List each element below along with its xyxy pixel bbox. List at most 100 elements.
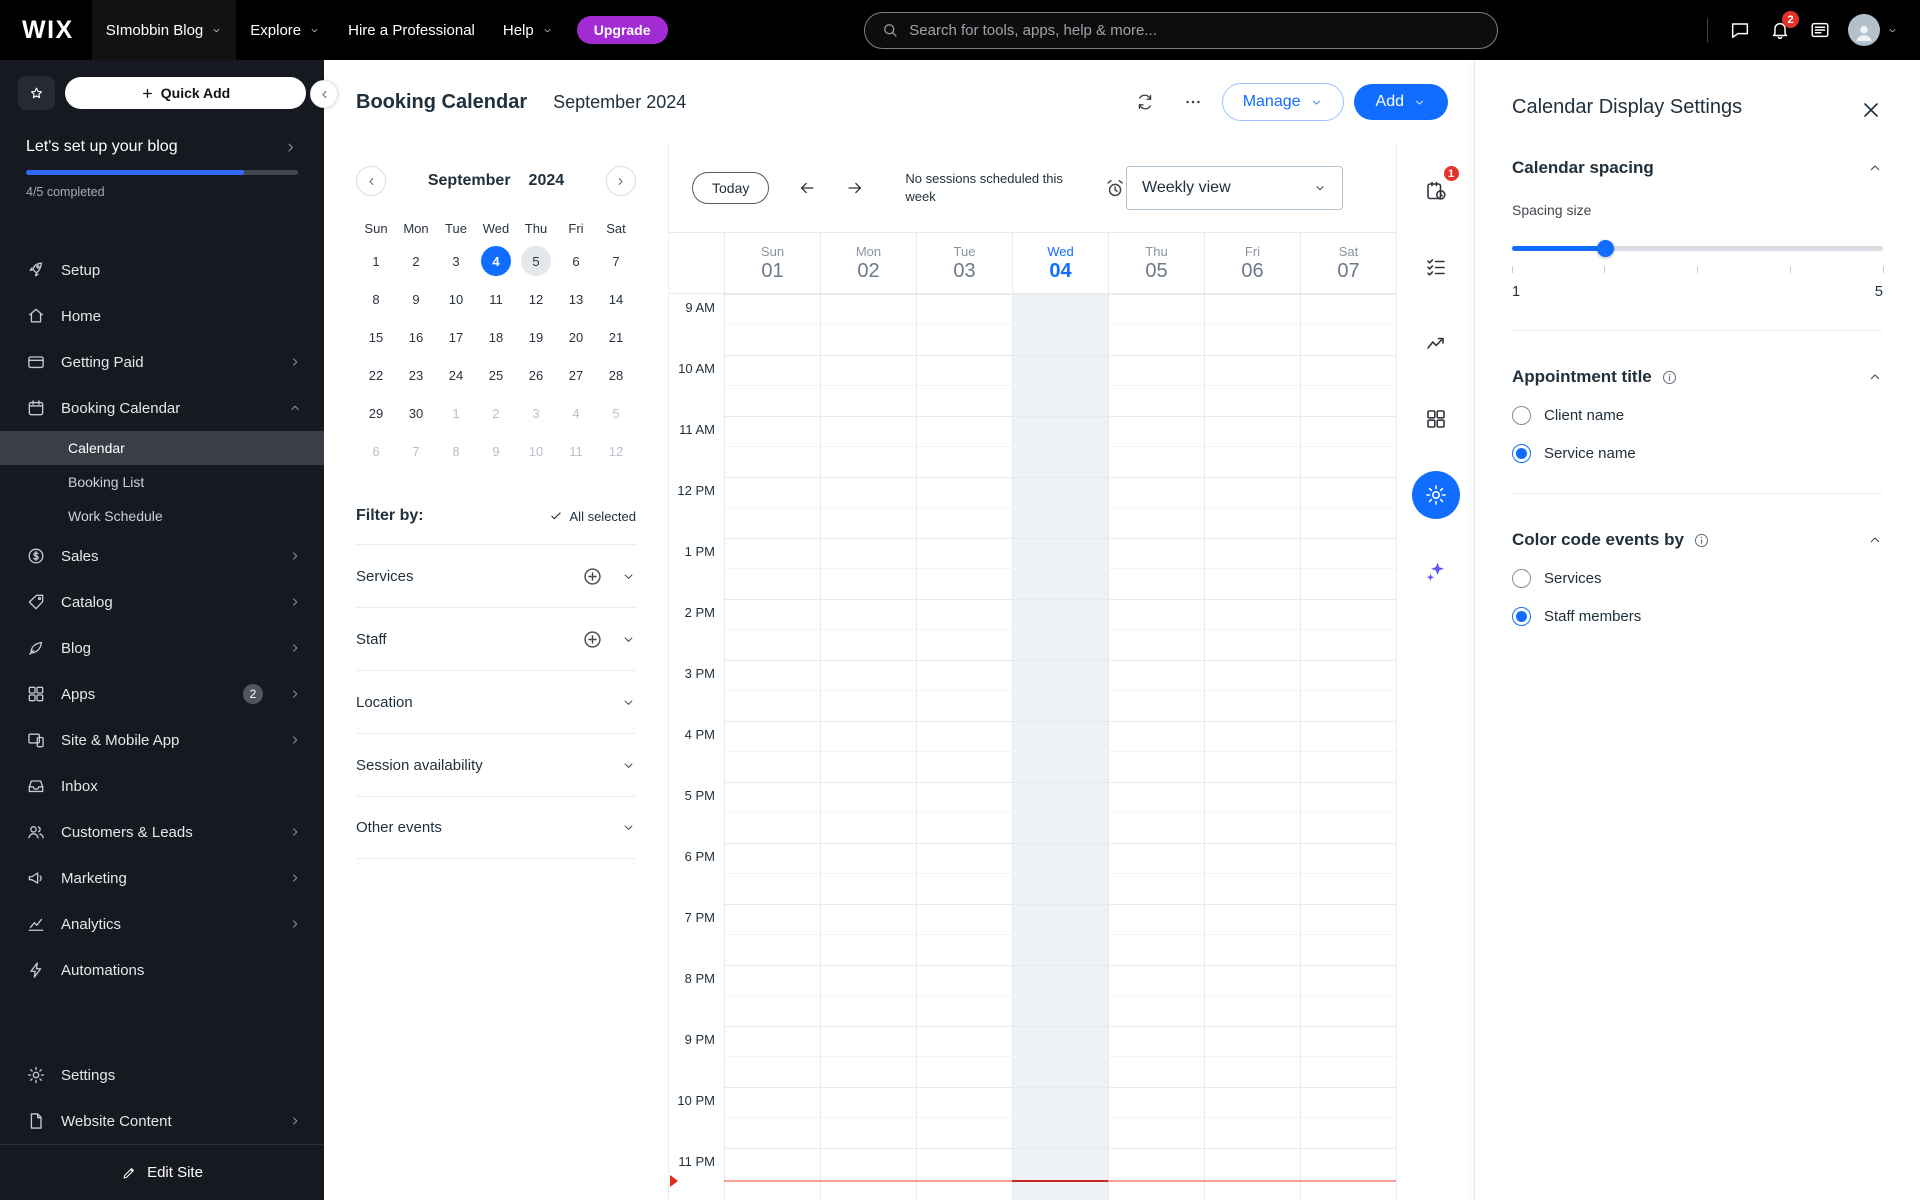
add-icon[interactable] xyxy=(582,629,603,650)
day-header-thu[interactable]: Thu 05 xyxy=(1108,233,1204,293)
rail-ai-sparkle-button[interactable] xyxy=(1412,547,1460,595)
day-column-sat[interactable] xyxy=(1300,294,1396,1200)
mini-calendar-day[interactable]: 6 xyxy=(556,242,596,280)
view-select[interactable]: Weekly view xyxy=(1126,166,1343,210)
day-header-tue[interactable]: Tue 03 xyxy=(916,233,1012,293)
previous-week-button[interactable] xyxy=(797,178,817,198)
mini-calendar-day[interactable]: 8 xyxy=(436,432,476,470)
add-icon[interactable] xyxy=(582,566,603,587)
mini-calendar-day[interactable]: 22 xyxy=(356,356,396,394)
radio-client-name[interactable]: Client name xyxy=(1512,406,1883,425)
mini-calendar-day[interactable]: 28 xyxy=(596,356,636,394)
day-column-fri[interactable] xyxy=(1204,294,1300,1200)
search-input[interactable] xyxy=(909,21,1482,39)
upgrade-button[interactable]: Upgrade xyxy=(576,16,668,44)
sidebar-subitem-booking-list[interactable]: Booking List xyxy=(0,465,324,499)
account-menu[interactable] xyxy=(1848,14,1898,46)
explore-menu[interactable]: Explore xyxy=(236,0,334,60)
sidebar-subitem-calendar[interactable]: Calendar xyxy=(0,431,324,465)
sidebar-item-sales[interactable]: Sales xyxy=(0,533,324,579)
day-header-wed[interactable]: Wed 04 xyxy=(1012,233,1108,293)
mini-calendar-day[interactable]: 29 xyxy=(356,394,396,432)
mini-calendar-day[interactable]: 3 xyxy=(436,242,476,280)
mini-calendar-day[interactable]: 25 xyxy=(476,356,516,394)
filter-section-staff[interactable]: Staff xyxy=(356,607,636,670)
wix-logo[interactable]: WIX xyxy=(22,16,74,45)
mini-calendar-day[interactable]: 10 xyxy=(436,280,476,318)
day-header-sat[interactable]: Sat 07 xyxy=(1300,233,1396,293)
chat-button[interactable] xyxy=(1720,10,1760,50)
sidebar-item-apps[interactable]: Apps 2 xyxy=(0,671,324,717)
sidebar-item-home[interactable]: Home xyxy=(0,293,324,339)
mini-calendar-day[interactable]: 1 xyxy=(436,394,476,432)
mini-calendar-day[interactable]: 30 xyxy=(396,394,436,432)
sidebar-item-catalog[interactable]: Catalog xyxy=(0,579,324,625)
mini-calendar-day[interactable]: 23 xyxy=(396,356,436,394)
mini-calendar-day[interactable]: 11 xyxy=(556,432,596,470)
day-header-mon[interactable]: Mon 02 xyxy=(820,233,916,293)
prev-month-button[interactable] xyxy=(356,166,386,196)
sidebar-item-settings[interactable]: Settings xyxy=(0,1052,324,1098)
radio-circle[interactable] xyxy=(1512,444,1531,463)
sidebar-item-site-mobile-app[interactable]: Site & Mobile App xyxy=(0,717,324,763)
rail-gear-button[interactable] xyxy=(1411,471,1460,519)
more-actions-button[interactable] xyxy=(1174,83,1212,121)
color-code-section-header[interactable]: Color code events by xyxy=(1512,530,1883,550)
mini-calendar-day[interactable]: 20 xyxy=(556,318,596,356)
manage-button[interactable]: Manage xyxy=(1221,83,1344,121)
sidebar-item-setup[interactable]: Setup xyxy=(0,247,324,293)
mini-calendar-day[interactable]: 1 xyxy=(356,242,396,280)
mini-calendar-day[interactable]: 17 xyxy=(436,318,476,356)
close-icon[interactable] xyxy=(1859,98,1883,122)
mini-calendar-day[interactable]: 14 xyxy=(596,280,636,318)
sidebar-item-getting-paid[interactable]: Getting Paid xyxy=(0,339,324,385)
mini-calendar-day[interactable]: 9 xyxy=(396,280,436,318)
updates-button[interactable] xyxy=(1800,10,1840,50)
day-column-wed[interactable] xyxy=(1012,294,1108,1200)
day-column-tue[interactable] xyxy=(916,294,1012,1200)
mini-calendar-day[interactable]: 10 xyxy=(516,432,556,470)
day-header-sun[interactable]: Sun 01 xyxy=(724,233,820,293)
day-header-fri[interactable]: Fri 06 xyxy=(1204,233,1300,293)
info-icon[interactable] xyxy=(1661,369,1678,386)
help-menu[interactable]: Help xyxy=(489,0,567,60)
mini-calendar-day[interactable]: 9 xyxy=(476,432,516,470)
mini-calendar-day[interactable]: 6 xyxy=(356,432,396,470)
mini-calendar-day[interactable]: 27 xyxy=(556,356,596,394)
mini-calendar-day[interactable]: 19 xyxy=(516,318,556,356)
next-month-button[interactable] xyxy=(605,166,636,196)
mini-calendar-day[interactable]: 24 xyxy=(436,356,476,394)
day-column-mon[interactable] xyxy=(820,294,916,1200)
radio-staff-members[interactable]: Staff members xyxy=(1512,607,1883,626)
collapse-panel-button[interactable] xyxy=(310,80,338,108)
mini-calendar-day[interactable]: 11 xyxy=(476,280,516,318)
session-reminder-icon[interactable] xyxy=(1104,177,1126,200)
sidebar-item-automations[interactable]: Automations xyxy=(0,947,324,993)
mini-calendar-day[interactable]: 3 xyxy=(516,394,556,432)
sidebar-item-analytics[interactable]: Analytics xyxy=(0,901,324,947)
sidebar-item-blog[interactable]: Blog xyxy=(0,625,324,671)
sync-button[interactable] xyxy=(1126,83,1164,121)
sidebar-item-customers-leads[interactable]: Customers & Leads xyxy=(0,809,324,855)
mini-calendar-day[interactable]: 8 xyxy=(356,280,396,318)
mini-calendar-day[interactable]: 12 xyxy=(596,432,636,470)
mini-calendar-day[interactable]: 16 xyxy=(396,318,436,356)
mini-calendar-day[interactable]: 2 xyxy=(476,394,516,432)
filter-section-location[interactable]: Location xyxy=(356,670,636,733)
filter-section-session-availability[interactable]: Session availability xyxy=(356,733,636,796)
info-icon[interactable] xyxy=(1693,532,1710,549)
mini-calendar-day[interactable]: 4 xyxy=(476,242,516,280)
day-column-sun[interactable] xyxy=(724,294,820,1200)
mini-calendar-day[interactable]: 21 xyxy=(596,318,636,356)
calendar-spacing-section-header[interactable]: Calendar spacing xyxy=(1512,158,1883,178)
sidebar-item-website-content[interactable]: Website Content xyxy=(0,1098,324,1144)
sidebar-item-marketing[interactable]: Marketing xyxy=(0,855,324,901)
slider-thumb[interactable] xyxy=(1596,240,1614,257)
mini-calendar-day[interactable]: 12 xyxy=(516,280,556,318)
mini-calendar-day[interactable]: 13 xyxy=(556,280,596,318)
edit-site-button[interactable]: Edit Site xyxy=(0,1144,324,1200)
spacing-slider[interactable] xyxy=(1512,240,1883,257)
mini-calendar-day[interactable]: 26 xyxy=(516,356,556,394)
mini-calendar-day[interactable]: 5 xyxy=(596,394,636,432)
calendar-grid[interactable]: 9 AM 10 AM 11 AM 12 PM 1 PM 2 PM 3 PM 4 PM 5 PM 6… xyxy=(669,294,1396,1200)
